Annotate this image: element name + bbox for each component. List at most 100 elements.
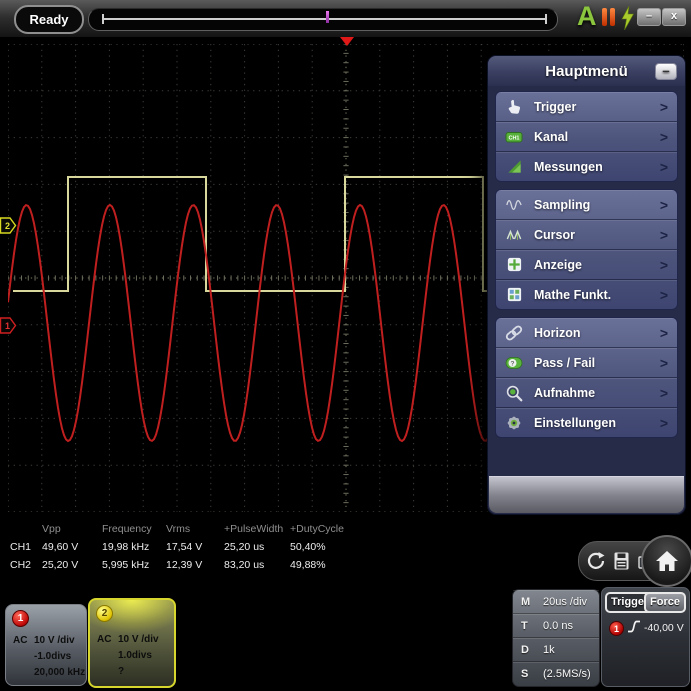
slider-position-marker[interactable]: [326, 11, 329, 23]
slider-right-tick: [545, 14, 547, 24]
channel-offset: -1.0divs: [34, 651, 71, 662]
chevron-right-icon: >: [660, 385, 668, 401]
measurement-header: Vrms: [166, 523, 224, 535]
quick-toolbar: [578, 541, 688, 581]
timebase-row-d[interactable]: D1k: [513, 638, 599, 662]
main-menu-panel: Hauptmenü – Trigger>CH1Kanal>Messungen>S…: [487, 55, 686, 515]
channel-box-c1[interactable]: 1AC10 V /div-1.0divs20,000 kHz: [5, 604, 87, 686]
chevron-right-icon: >: [660, 197, 668, 213]
passfail-icon: ?: [503, 353, 525, 373]
channel-scale: 10 V /div: [118, 634, 159, 645]
menu-item-mathe-funkt[interactable]: Mathe Funkt.>: [496, 280, 677, 309]
channel-label: CH2: [10, 559, 42, 571]
menu-item-label: Pass / Fail: [534, 356, 660, 370]
chevron-right-icon: >: [660, 355, 668, 371]
refresh-icon[interactable]: [586, 551, 606, 576]
menu-item-label: Aufnahme: [534, 386, 660, 400]
trigger-source-badge[interactable]: 1: [609, 621, 624, 636]
menu-item-horizon[interactable]: Horizon>: [496, 318, 677, 348]
chevron-right-icon: >: [660, 129, 668, 145]
menu-group-1: Trigger>CH1Kanal>Messungen>: [495, 91, 678, 182]
channel-box-c2[interactable]: 2 AC 10 V /div 1.0divs?: [88, 598, 176, 688]
main-menu-title: Hauptmenü: [545, 63, 628, 80]
measurement-value: 17,54 V: [166, 541, 224, 553]
timebase-value: 0.0 ns: [543, 620, 599, 632]
channel-offset: 1.0divs: [118, 650, 152, 661]
menu-item-label: Mathe Funkt.: [534, 288, 660, 302]
timebase-value: 20us /div: [543, 596, 599, 608]
autoset-icon[interactable]: A: [577, 1, 597, 32]
timebase-key: D: [521, 644, 543, 656]
measurement-value: 25,20 us: [224, 541, 290, 553]
timebase-key: M: [521, 596, 543, 608]
channel-coupling: AC: [97, 634, 111, 645]
pause-icon[interactable]: [602, 8, 615, 26]
measurement-value: 12,39 V: [166, 559, 224, 571]
top-bar: Ready A – x: [0, 0, 691, 38]
channel-frequency: 20,000 kHz: [34, 667, 85, 678]
menu-item-messungen[interactable]: Messungen>: [496, 152, 677, 181]
ch1-ground-marker[interactable]: 1: [0, 317, 17, 334]
channel-icon: CH1: [503, 127, 525, 147]
measurement-table: VppFrequencyVrms+PulseWidth+DutyCycleCH1…: [10, 520, 360, 574]
minimize-window-button[interactable]: –: [637, 8, 661, 26]
measurement-header: Frequency: [102, 523, 166, 535]
menu-item-anzeige[interactable]: Anzeige>: [496, 250, 677, 280]
svg-text:2: 2: [5, 221, 10, 231]
trigger-level-value: -40,00 V: [644, 622, 684, 634]
force-button[interactable]: Force: [644, 592, 686, 613]
hand-icon: [503, 97, 525, 117]
menu-item-sampling[interactable]: Sampling>: [496, 190, 677, 220]
timebase-row-t[interactable]: T0.0 ns: [513, 614, 599, 638]
chevron-right-icon: >: [660, 257, 668, 273]
chevron-right-icon: >: [660, 99, 668, 115]
menu-item-label: Einstellungen: [534, 416, 660, 430]
rising-edge-icon[interactable]: [627, 619, 641, 639]
svg-text:?: ?: [511, 360, 515, 367]
measurement-row-ch1: CH149,60 V19,98 kHz17,54 V25,20 us50,40%: [10, 538, 360, 556]
menu-item-label: Trigger: [534, 100, 660, 114]
channel-frequency: ?: [118, 666, 124, 677]
menu-item-pass-fail[interactable]: ? Pass / Fail>: [496, 348, 677, 378]
measurement-value: 49,88%: [290, 559, 352, 571]
gear-icon: [503, 413, 525, 433]
measurement-header-row: VppFrequencyVrms+PulseWidth+DutyCycle: [10, 520, 360, 538]
measurement-value: 50,40%: [290, 541, 352, 553]
home-button[interactable]: [641, 535, 691, 587]
ch2-ground-marker[interactable]: 2: [0, 217, 17, 234]
menu-minimize-button[interactable]: –: [655, 63, 677, 80]
menu-item-einstellungen[interactable]: Einstellungen>: [496, 408, 677, 437]
close-window-button[interactable]: x: [662, 8, 686, 26]
channel-coupling: AC: [13, 635, 27, 646]
channel-number-badge: 1: [12, 610, 29, 627]
menu-item-label: Horizon: [534, 326, 660, 340]
menu-item-label: Anzeige: [534, 258, 660, 272]
chevron-right-icon: >: [660, 415, 668, 431]
menu-item-label: Kanal: [534, 130, 660, 144]
record-icon: [503, 383, 525, 403]
svg-text:1: 1: [5, 321, 10, 331]
horizontal-position-slider[interactable]: [88, 8, 558, 31]
timebase-row-m[interactable]: M20us /div: [513, 590, 599, 614]
timebase-panel[interactable]: M20us /divT0.0 nsD1kS(2.5MS/s): [512, 589, 600, 687]
menu-item-cursor[interactable]: Cursor>: [496, 220, 677, 250]
menu-item-kanal[interactable]: CH1 Kanal>: [496, 122, 677, 152]
measure-icon: [503, 157, 525, 177]
measurement-row-ch2: CH225,20 V5,995 kHz12,39 V83,20 us49,88%: [10, 556, 360, 574]
flash-icon[interactable]: [620, 6, 635, 35]
menu-item-aufnahme[interactable]: Aufnahme>: [496, 378, 677, 408]
math-icon: [503, 285, 525, 305]
timebase-value: 1k: [543, 644, 599, 656]
trigger-position-marker[interactable]: [340, 37, 354, 46]
slider-track: [102, 18, 547, 20]
menu-footer: [489, 476, 684, 513]
svg-text:CH1: CH1: [508, 135, 519, 141]
save-icon[interactable]: [612, 551, 631, 576]
measurement-value: 19,98 kHz: [102, 541, 166, 553]
acquisition-status-badge: Ready: [14, 5, 84, 34]
timebase-value: (2.5MS/s): [543, 668, 599, 680]
channel-number-badge: 2: [96, 605, 113, 622]
timebase-row-s[interactable]: S(2.5MS/s): [513, 662, 599, 685]
menu-item-trigger[interactable]: Trigger>: [496, 92, 677, 122]
channel-label: CH1: [10, 541, 42, 553]
